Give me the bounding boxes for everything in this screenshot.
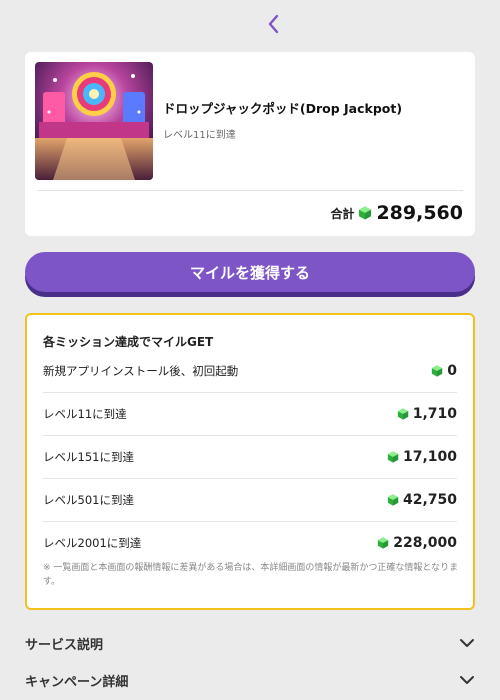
mission-label: 新規アプリインストール後、初回起動	[43, 363, 239, 378]
mission-reward: 1,710	[397, 406, 457, 422]
app-subtitle: レベル11に到達	[163, 130, 236, 141]
section-label: キャンペーン詳細	[25, 674, 129, 690]
mission-row: レベル11に到達 1,710	[43, 392, 457, 436]
mission-label: レベル151に到達	[43, 449, 134, 464]
gem-icon	[378, 536, 389, 549]
gem-icon	[387, 450, 399, 463]
total-row: 合計 289,560	[330, 198, 463, 228]
mission-label: レベル11に到達	[43, 406, 127, 421]
mission-value: 17,100	[402, 448, 457, 465]
mission-row: レベル501に到達 42,750	[43, 478, 457, 522]
divider	[37, 190, 463, 191]
mission-row: レベル2001に到達 228,000	[43, 521, 457, 564]
mission-value: 0	[447, 362, 457, 379]
mission-label: レベル2001に到達	[43, 535, 142, 550]
total-label: 合計	[330, 206, 355, 221]
app-title: ドロップジャックポッド(Drop Jackpot)	[163, 101, 403, 116]
gem-icon	[387, 493, 399, 506]
mission-value: 42,750	[402, 491, 457, 508]
get-miles-button[interactable]: マイルを獲得する	[25, 252, 475, 292]
chevron-down-icon	[460, 639, 474, 647]
total-value: 289,560	[376, 202, 463, 224]
chevron-down-icon	[460, 676, 474, 684]
cta-wrapper: マイルを獲得する	[25, 252, 475, 297]
app-card: ドロップジャックポッド(Drop Jackpot) レベル11に到達 合計 28…	[25, 52, 475, 236]
gem-icon	[359, 206, 372, 220]
back-button[interactable]	[258, 10, 290, 38]
section-campaign-details[interactable]: キャンペーン詳細	[25, 664, 475, 696]
mission-reward: 228,000	[377, 535, 457, 551]
mission-reward: 42,750	[387, 492, 457, 508]
gem-icon	[397, 407, 408, 420]
section-label: サービス説明	[25, 637, 104, 653]
disclaimer-note: ※ 一覧画面と本画面の報酬情報に差異がある場合は、本詳細画面の情報が最新かつ正確…	[43, 563, 459, 587]
mission-value: 1,710	[412, 405, 457, 422]
section-service-description[interactable]: サービス説明	[25, 627, 475, 659]
mission-row: 新規アプリインストール後、初回起動 0	[43, 349, 457, 393]
mission-panel: 各ミッション達成でマイルGET 新規アプリインストール後、初回起動 0 レベル1…	[25, 313, 475, 610]
mission-row: レベル151に到達 17,100	[43, 435, 457, 479]
chevron-left-icon	[268, 14, 279, 34]
mission-label: レベル501に到達	[43, 492, 134, 507]
mission-value: 228,000	[393, 534, 457, 551]
app-thumbnail	[35, 62, 153, 180]
gem-icon	[432, 364, 443, 377]
mission-reward: 17,100	[387, 449, 457, 465]
mission-heading: 各ミッション達成でマイルGET	[43, 335, 214, 349]
mission-reward: 0	[431, 363, 457, 379]
